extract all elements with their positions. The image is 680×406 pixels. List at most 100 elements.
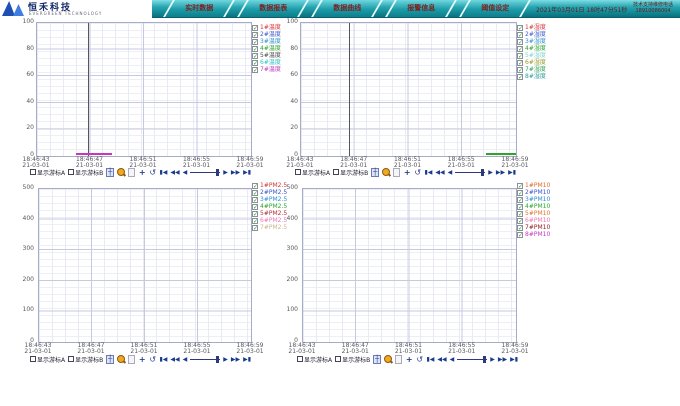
chart1-cursor-line[interactable]: [88, 23, 89, 156]
go-last-button[interactable]: ▶▮: [508, 168, 516, 177]
legend-checkbox[interactable]: ✓: [517, 225, 523, 231]
go-last-button[interactable]: ▶▮: [243, 355, 251, 364]
legend-checkbox[interactable]: ✓: [252, 39, 258, 45]
go-last-button[interactable]: ▶▮: [510, 355, 518, 364]
legend-checkbox[interactable]: ✓: [252, 204, 258, 210]
step-back-button[interactable]: ◀: [183, 168, 188, 177]
step-back-button[interactable]: ◀: [183, 355, 188, 364]
checkbox-icon[interactable]: [335, 356, 341, 362]
move-tool-icon[interactable]: +: [405, 355, 413, 364]
legend-checkbox[interactable]: ✓: [252, 32, 258, 38]
checkbox-icon[interactable]: [30, 169, 36, 175]
undo-zoom-icon[interactable]: ↺: [414, 168, 422, 177]
checkbox-icon[interactable]: [68, 169, 74, 175]
nav-tab[interactable]: 数据曲线: [311, 0, 383, 17]
move-tool-icon[interactable]: +: [138, 355, 146, 364]
go-first-button[interactable]: ▮◀: [426, 355, 434, 364]
crosshair-tool-icon[interactable]: ┼: [371, 168, 379, 177]
show-cursor-b-checkbox[interactable]: 显示游标B: [68, 168, 103, 177]
chart1-plot-area[interactable]: [36, 22, 252, 157]
legend-item[interactable]: ✓ 8#PM10: [517, 232, 550, 238]
crosshair-tool-icon[interactable]: ┼: [106, 168, 114, 177]
fast-forward-button[interactable]: ▶▶: [498, 355, 507, 364]
legend-checkbox[interactable]: ✓: [517, 67, 523, 73]
step-forward-button[interactable]: ▶: [223, 168, 228, 177]
pan-tool-icon[interactable]: [128, 355, 136, 364]
chart2-plot-area[interactable]: [300, 22, 517, 157]
fast-forward-button[interactable]: ▶▶: [231, 168, 240, 177]
show-cursor-a-checkbox[interactable]: 显示游标A: [295, 168, 330, 177]
nav-tab[interactable]: 阈值设定: [459, 0, 531, 17]
fast-forward-button[interactable]: ▶▶: [231, 355, 240, 364]
scroll-slider[interactable]: [190, 172, 220, 173]
legend-checkbox[interactable]: ✓: [517, 60, 523, 66]
show-cursor-b-checkbox[interactable]: 显示游标B: [68, 355, 103, 364]
fast-back-button[interactable]: ◀◀: [170, 168, 179, 177]
checkbox-icon[interactable]: [295, 169, 301, 175]
move-tool-icon[interactable]: +: [403, 168, 411, 177]
legend-checkbox[interactable]: ✓: [517, 25, 523, 31]
legend-checkbox[interactable]: ✓: [252, 211, 258, 217]
legend-checkbox[interactable]: ✓: [252, 53, 258, 59]
legend-checkbox[interactable]: ✓: [252, 25, 258, 31]
pan-tool-icon[interactable]: [393, 168, 401, 177]
show-cursor-a-checkbox[interactable]: 显示游标A: [297, 355, 332, 364]
nav-tab[interactable]: 数据报表: [237, 0, 309, 17]
slider-thumb[interactable]: [483, 356, 486, 363]
legend-checkbox[interactable]: ✓: [517, 211, 523, 217]
checkbox-icon[interactable]: [68, 356, 74, 362]
slider-thumb[interactable]: [481, 169, 484, 176]
move-tool-icon[interactable]: +: [138, 168, 146, 177]
slider-thumb[interactable]: [216, 169, 219, 176]
show-cursor-a-checkbox[interactable]: 显示游标A: [30, 355, 65, 364]
legend-checkbox[interactable]: ✓: [517, 218, 523, 224]
legend-checkbox[interactable]: ✓: [252, 46, 258, 52]
legend-checkbox[interactable]: ✓: [252, 183, 258, 189]
scroll-slider[interactable]: [455, 172, 485, 173]
zoom-tool-icon[interactable]: [117, 355, 125, 364]
legend-checkbox[interactable]: ✓: [517, 32, 523, 38]
show-cursor-b-checkbox[interactable]: 显示游标B: [333, 168, 368, 177]
undo-zoom-icon[interactable]: ↺: [416, 355, 424, 364]
slider-thumb[interactable]: [216, 356, 219, 363]
legend-checkbox[interactable]: ✓: [252, 60, 258, 66]
legend-checkbox[interactable]: ✓: [252, 197, 258, 203]
legend-checkbox[interactable]: ✓: [517, 204, 523, 210]
step-forward-button[interactable]: ▶: [223, 355, 228, 364]
step-forward-button[interactable]: ▶: [488, 168, 493, 177]
legend-checkbox[interactable]: ✓: [517, 232, 523, 238]
legend-item[interactable]: ✓ 7#温度: [252, 67, 281, 73]
legend-checkbox[interactable]: ✓: [517, 46, 523, 52]
zoom-tool-icon[interactable]: [117, 168, 125, 177]
legend-checkbox[interactable]: ✓: [517, 183, 523, 189]
undo-zoom-icon[interactable]: ↺: [149, 355, 157, 364]
scroll-slider[interactable]: [190, 359, 220, 360]
go-first-button[interactable]: ▮◀: [424, 168, 432, 177]
legend-checkbox[interactable]: ✓: [252, 190, 258, 196]
chart3-plot-area[interactable]: [38, 188, 252, 343]
legend-checkbox[interactable]: ✓: [517, 74, 523, 80]
go-last-button[interactable]: ▶▮: [243, 168, 251, 177]
chart4-plot-area[interactable]: [302, 188, 517, 343]
checkbox-icon[interactable]: [30, 356, 36, 362]
step-back-button[interactable]: ◀: [450, 355, 455, 364]
fast-back-button[interactable]: ◀◀: [170, 355, 179, 364]
go-first-button[interactable]: ▮◀: [159, 355, 167, 364]
show-cursor-a-checkbox[interactable]: 显示游标A: [30, 168, 65, 177]
legend-checkbox[interactable]: ✓: [252, 225, 258, 231]
crosshair-tool-icon[interactable]: ┼: [373, 355, 381, 364]
checkbox-icon[interactable]: [333, 169, 339, 175]
legend-checkbox[interactable]: ✓: [517, 197, 523, 203]
step-back-button[interactable]: ◀: [448, 168, 453, 177]
legend-checkbox[interactable]: ✓: [517, 190, 523, 196]
go-first-button[interactable]: ▮◀: [159, 168, 167, 177]
show-cursor-b-checkbox[interactable]: 显示游标B: [335, 355, 370, 364]
scroll-slider[interactable]: [457, 359, 487, 360]
undo-zoom-icon[interactable]: ↺: [149, 168, 157, 177]
legend-checkbox[interactable]: ✓: [252, 218, 258, 224]
legend-item[interactable]: ✓ 8#湿度: [517, 74, 546, 80]
zoom-tool-icon[interactable]: [384, 355, 392, 364]
legend-checkbox[interactable]: ✓: [517, 53, 523, 59]
pan-tool-icon[interactable]: [395, 355, 403, 364]
checkbox-icon[interactable]: [297, 356, 303, 362]
